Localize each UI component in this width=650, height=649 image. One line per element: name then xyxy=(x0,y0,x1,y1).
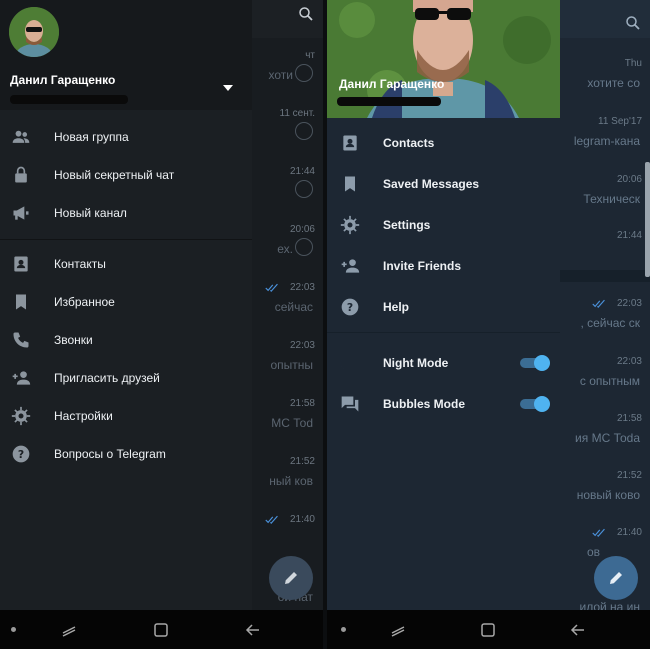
read-check-icon xyxy=(592,528,605,537)
help-icon: ? xyxy=(341,298,359,316)
pencil-icon xyxy=(285,572,297,584)
menu-item-settings[interactable]: Settings xyxy=(327,206,560,244)
add-person-icon xyxy=(341,259,360,273)
menu-item-contacts[interactable]: Контакты xyxy=(0,245,252,283)
nav-indicator-dot xyxy=(11,627,16,632)
svg-text:?: ? xyxy=(347,301,353,314)
help-icon: ? xyxy=(12,445,30,463)
menu-item-invite[interactable]: Пригласить друзей xyxy=(0,359,252,397)
back-icon[interactable] xyxy=(244,621,262,639)
drawer-header: Данил Гаращенко xyxy=(327,0,560,118)
menu-divider xyxy=(327,332,560,333)
menu-item-contacts[interactable]: Contacts xyxy=(327,124,560,162)
menu-item-invite-friends[interactable]: Invite Friends xyxy=(327,247,560,285)
chat-list-background: чт хоти 11 сент. 21:44 20:06 ех. 22:03 сейч… xyxy=(250,0,323,610)
chevron-down-icon[interactable] xyxy=(222,84,234,92)
menu-item-new-channel[interactable]: Новый канал xyxy=(0,194,252,232)
pin-icon xyxy=(295,238,313,256)
compose-button[interactable] xyxy=(594,556,638,600)
nav-indicator-dot xyxy=(341,627,346,632)
menu-divider xyxy=(0,239,252,240)
pin-icon xyxy=(295,180,313,198)
drawer-header: Данил Гаращенко xyxy=(0,0,252,110)
gear-icon xyxy=(340,215,360,235)
group-icon xyxy=(12,130,30,143)
search-icon[interactable] xyxy=(297,5,315,23)
avatar[interactable] xyxy=(9,7,59,57)
user-phone-redacted xyxy=(337,97,441,106)
lock-icon xyxy=(15,166,27,183)
right-screen: Thu хотите со 11 Sep'17 legram-кана 20:06 Т… xyxy=(327,0,650,649)
menu-item-new-group[interactable]: Новая группа xyxy=(0,118,252,156)
night-mode-toggle[interactable] xyxy=(520,355,550,371)
pin-icon xyxy=(295,64,313,82)
contact-card-icon xyxy=(14,256,28,272)
svg-text:?: ? xyxy=(18,448,24,461)
system-nav-bar xyxy=(0,610,323,649)
moon-icon xyxy=(340,355,349,371)
pin-icon xyxy=(295,122,313,140)
search-icon[interactable] xyxy=(624,14,642,32)
phone-icon xyxy=(13,332,29,348)
chat-bubbles-icon xyxy=(341,396,359,412)
read-check-icon xyxy=(265,283,278,292)
scroll-edge-indicator xyxy=(645,162,650,277)
menu-item-calls[interactable]: Звонки xyxy=(0,321,252,359)
compose-button[interactable] xyxy=(269,556,313,600)
contact-card-icon xyxy=(343,135,357,151)
chat-list-toolbar xyxy=(560,0,650,38)
user-name: Данил Гаращенко xyxy=(339,77,445,91)
menu-item-saved[interactable]: Избранное xyxy=(0,283,252,321)
menu-item-night-mode[interactable]: Night Mode xyxy=(327,344,560,382)
navigation-drawer: Данил Гаращенко Новая группа Новый секре… xyxy=(0,0,252,610)
gear-icon xyxy=(11,406,31,426)
chat-list-toolbar xyxy=(250,0,323,38)
navigation-drawer: Данил Гаращенко Contacts Saved Messages … xyxy=(327,0,560,610)
menu-item-saved-messages[interactable]: Saved Messages xyxy=(327,165,560,203)
user-name: Данил Гаращенко xyxy=(10,73,116,87)
left-screen: чт хоти 11 сент. 21:44 20:06 ех. 22:03 сейч… xyxy=(0,0,323,649)
menu-item-help[interactable]: ? Help xyxy=(327,288,560,326)
megaphone-icon xyxy=(13,206,29,220)
menu-item-new-secret-chat[interactable]: Новый секретный чат xyxy=(0,156,252,194)
pencil-icon xyxy=(610,572,622,584)
menu-item-settings[interactable]: Настройки xyxy=(0,397,252,435)
user-photo xyxy=(9,7,59,57)
add-person-icon xyxy=(12,371,31,385)
bookmark-icon xyxy=(345,176,355,192)
home-icon[interactable] xyxy=(479,621,497,639)
system-nav-bar xyxy=(327,610,650,649)
chat-list-background: Thu хотите со 11 Sep'17 legram-кана 20:06 Т… xyxy=(560,0,650,610)
menu-item-bubbles-mode[interactable]: Bubbles Mode xyxy=(327,385,560,423)
user-phone-redacted xyxy=(10,95,128,104)
read-check-icon xyxy=(265,515,278,524)
read-check-icon xyxy=(592,299,605,308)
recent-apps-icon[interactable] xyxy=(389,621,407,639)
recent-apps-icon[interactable] xyxy=(60,621,78,639)
back-icon[interactable] xyxy=(569,621,587,639)
bubbles-mode-toggle[interactable] xyxy=(520,396,550,412)
home-icon[interactable] xyxy=(152,621,170,639)
bookmark-icon xyxy=(16,294,26,310)
section-gap xyxy=(560,270,650,282)
menu-item-faq[interactable]: ? Вопросы о Telegram xyxy=(0,435,252,473)
